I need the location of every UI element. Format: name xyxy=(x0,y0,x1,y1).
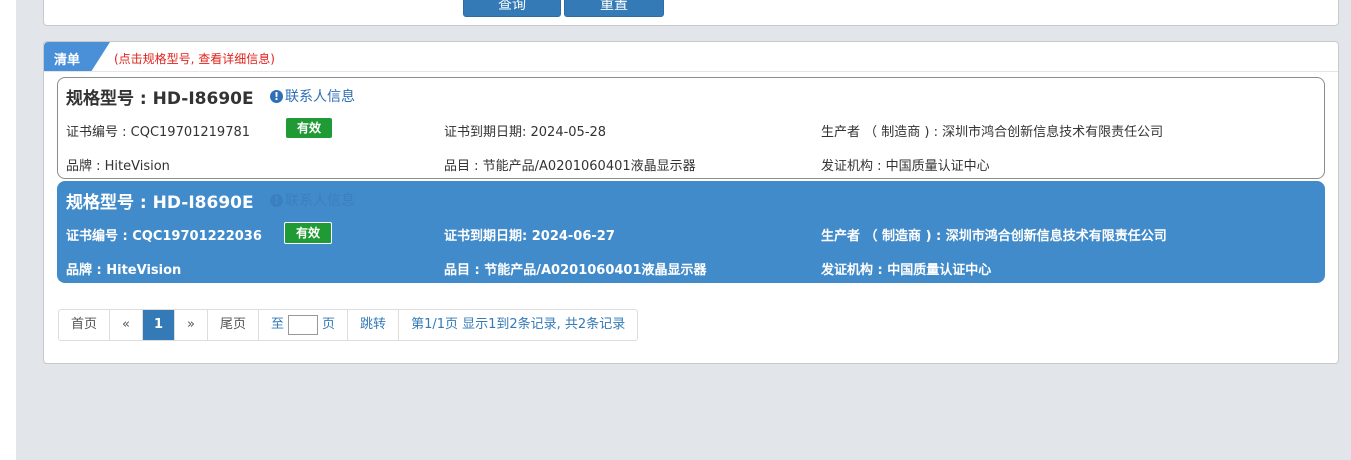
prev-page-button[interactable]: « xyxy=(110,310,143,340)
info-circle-icon: ! xyxy=(270,89,283,103)
page-summary: 第1/1页 显示1到2条记录, 共2条记录 xyxy=(411,317,626,332)
contact-info-label: 联系人信息 xyxy=(285,89,355,105)
list-panel: 清单 (点击规格型号, 查看详细信息) 规格型号 : HD-I8690E ! 联… xyxy=(43,41,1339,364)
contact-info-label: 联系人信息 xyxy=(285,193,355,209)
model-link[interactable]: 规格型号 : HD-I8690E xyxy=(66,188,254,213)
jump-button[interactable]: 跳转 xyxy=(348,310,400,340)
issuer: 发证机构 : 中国质量认证中心 xyxy=(821,263,992,278)
brand: 品牌 : HiteVision xyxy=(66,263,182,278)
list-tab-label: 清单 xyxy=(54,53,81,68)
cert-number: 证书编号 : CQC19701222036 xyxy=(66,229,262,244)
certificate-item: 规格型号 : HD-I8690E ! 联系人信息 证书编号 : CQC19701… xyxy=(57,77,1325,179)
cert-number: 证书编号 : CQC19701219781 xyxy=(66,125,251,140)
info-circle-icon: ! xyxy=(270,193,283,207)
goto-page-input[interactable] xyxy=(288,314,319,335)
page-1-button[interactable]: 1 xyxy=(142,310,176,340)
status-badge: 有效 xyxy=(286,118,332,138)
contact-info-link[interactable]: ! 联系人信息 xyxy=(270,86,355,106)
goto-prefix: 至 xyxy=(271,317,285,332)
reset-button[interactable]: 重置 xyxy=(564,0,664,17)
model-link[interactable]: 规格型号 : HD-I8690E xyxy=(66,84,254,109)
brand: 品牌 : HiteVision xyxy=(66,159,170,174)
status-badge: 有效 xyxy=(284,222,332,244)
list-hint: (点击规格型号, 查看详细信息) xyxy=(114,52,275,66)
category: 品目 : 节能产品/A0201060401液晶显示器 xyxy=(444,263,707,278)
query-button[interactable]: 查询 xyxy=(463,0,561,17)
first-page-button[interactable]: 首页 xyxy=(59,310,111,340)
search-panel xyxy=(43,0,1339,26)
contact-info-link[interactable]: ! 联系人信息 xyxy=(270,190,355,210)
category: 品目 : 节能产品/A0201060401液晶显示器 xyxy=(444,159,696,174)
next-page-button[interactable]: » xyxy=(175,310,208,340)
certificate-item-selected: 规格型号 : HD-I8690E ! 联系人信息 证书编号 : CQC19701… xyxy=(57,181,1325,283)
pagination: 首页 « 1 » 尾页 至页 跳转 第1/1页 显示1到2条记录, 共2条记录 xyxy=(58,309,639,341)
last-page-button[interactable]: 尾页 xyxy=(208,310,260,340)
producer: 生产者 （ 制造商 ) : 深圳市鸿合创新信息技术有限责任公司 xyxy=(821,229,1167,244)
list-header: 清单 (点击规格型号, 查看详细信息) xyxy=(44,42,1338,72)
producer: 生产者 （ 制造商 ) : 深圳市鸿合创新信息技术有限责任公司 xyxy=(821,125,1164,140)
expiry-date: 证书到期日期: 2024-06-27 xyxy=(444,229,615,244)
issuer: 发证机构 : 中国质量认证中心 xyxy=(821,159,990,174)
goto-page-group: 至页 xyxy=(259,310,349,340)
expiry-date: 证书到期日期: 2024-05-28 xyxy=(444,125,607,140)
goto-suffix: 页 xyxy=(322,317,336,332)
